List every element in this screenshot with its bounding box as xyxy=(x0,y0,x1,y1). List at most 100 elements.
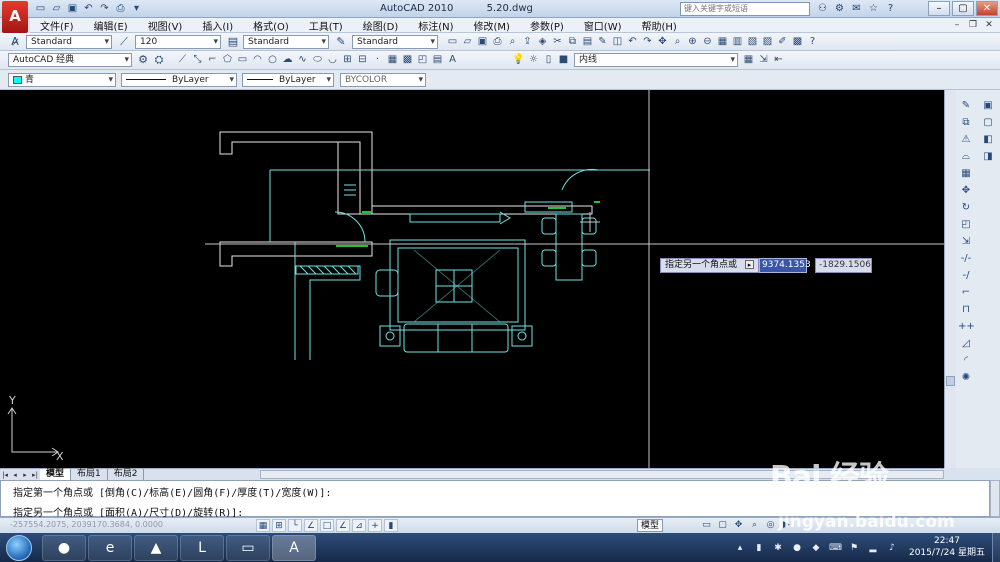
sheet-set-icon[interactable]: ▨ xyxy=(761,35,774,49)
quick-view-drawings-icon[interactable]: ▢ xyxy=(716,519,729,532)
menu-view[interactable]: 视图(V) xyxy=(138,18,193,33)
pan-status-icon[interactable]: ✥ xyxy=(732,519,745,532)
lineweight-select[interactable]: ByLayer xyxy=(242,73,334,87)
text-style-select[interactable]: Standard xyxy=(26,35,112,49)
lwt-icon[interactable]: ▮ xyxy=(384,519,398,532)
tray-network-icon[interactable]: ▮ xyxy=(753,542,765,554)
hatch-icon[interactable]: ▦ xyxy=(386,53,399,67)
tray-chat-icon[interactable]: ● xyxy=(791,542,803,554)
doc-close-icon[interactable]: ✕ xyxy=(982,19,996,31)
paste-icon[interactable]: ▤ xyxy=(581,35,594,49)
next-tab-icon[interactable]: ▸ xyxy=(20,471,30,479)
layer-on-icon[interactable]: 💡 xyxy=(512,53,525,67)
quick-view-layouts-icon[interactable]: ▭ xyxy=(700,519,713,532)
circle-icon[interactable]: ○ xyxy=(266,53,279,67)
grid-icon[interactable]: ⊞ xyxy=(272,519,286,532)
layer-color-icon[interactable]: ■ xyxy=(557,53,570,67)
rectangle-icon[interactable]: ▭ xyxy=(236,53,249,67)
multileader-style-icon[interactable]: ✎ xyxy=(334,35,348,49)
taskbar-app-browser[interactable]: e xyxy=(88,535,132,561)
polar-icon[interactable]: ∠ xyxy=(304,519,318,532)
menu-window[interactable]: 窗口(W) xyxy=(574,18,632,33)
bring-front-icon[interactable]: ▣ xyxy=(980,98,996,113)
send-back-icon[interactable]: ▢ xyxy=(980,115,996,130)
layer-lock-icon[interactable]: ▯ xyxy=(542,53,555,67)
offset-icon[interactable]: ⌓ xyxy=(958,149,974,164)
menu-help[interactable]: 帮助(H) xyxy=(632,18,687,33)
taskbar-app-game[interactable]: ▲ xyxy=(134,535,178,561)
undo-tb-icon[interactable]: ↶ xyxy=(626,35,639,49)
layer-properties-icon[interactable]: ▦ xyxy=(742,53,755,67)
command-scrollbar[interactable] xyxy=(990,480,1000,517)
polyline-icon[interactable]: ⌐ xyxy=(206,53,219,67)
menu-format[interactable]: 格式(O) xyxy=(243,18,299,33)
mtext-icon[interactable]: A xyxy=(446,53,459,67)
favorites-icon[interactable]: ☆ xyxy=(867,2,880,15)
copy-object-icon[interactable]: ⧉ xyxy=(958,115,974,130)
help-icon[interactable]: ? xyxy=(884,2,897,15)
menu-parametric[interactable]: 参数(P) xyxy=(520,18,574,33)
tray-flag-icon[interactable]: ⚑ xyxy=(848,542,860,554)
zoom-previous-icon[interactable]: ⊖ xyxy=(701,35,714,49)
extend-icon[interactable]: -/ xyxy=(958,268,974,283)
trim-icon[interactable]: -/- xyxy=(958,251,974,266)
dim-scale-select[interactable]: 120 xyxy=(135,35,221,49)
open-icon[interactable]: ▱ xyxy=(50,2,63,15)
send-under-icon[interactable]: ◨ xyxy=(980,149,996,164)
calculator-icon[interactable]: ▩ xyxy=(791,35,804,49)
options-arrow-icon[interactable]: ▸ xyxy=(745,260,755,269)
join-icon[interactable]: ++ xyxy=(958,319,975,334)
menu-insert[interactable]: 插入(I) xyxy=(192,18,243,33)
properties-icon[interactable]: ▦ xyxy=(716,35,729,49)
autocad-logo[interactable]: A xyxy=(2,1,28,33)
new-file-icon[interactable]: ▭ xyxy=(446,35,459,49)
break-icon[interactable]: ⊓ xyxy=(958,302,974,317)
binoculars-icon[interactable]: ⚇ xyxy=(816,2,829,15)
construction-line-icon[interactable]: ⤡ xyxy=(191,53,204,67)
dropdown-icon[interactable]: ▾ xyxy=(130,2,143,15)
osnap-icon[interactable]: □ xyxy=(320,519,334,532)
erase-icon[interactable]: ✎ xyxy=(958,98,974,113)
doc-minimize-icon[interactable]: – xyxy=(950,19,964,31)
menu-modify[interactable]: 修改(M) xyxy=(464,18,520,33)
taskbar-app-explorer[interactable]: ▭ xyxy=(226,535,270,561)
open-file-icon[interactable]: ▱ xyxy=(461,35,474,49)
design-center-icon[interactable]: ▥ xyxy=(731,35,744,49)
layer-freeze-icon[interactable]: ☼ xyxy=(527,53,540,67)
polygon-icon[interactable]: ⬠ xyxy=(221,53,234,67)
dim-style-icon[interactable]: ⟋ xyxy=(117,35,131,49)
print-icon[interactable]: ⎙ xyxy=(491,35,504,49)
zoom-status-icon[interactable]: ⌕ xyxy=(748,519,761,532)
region-icon[interactable]: ◰ xyxy=(416,53,429,67)
workspace-settings-icon[interactable]: ⚙ xyxy=(136,53,150,67)
make-block-icon[interactable]: ⊟ xyxy=(356,53,369,67)
dyn-icon[interactable]: + xyxy=(368,519,382,532)
redo-icon[interactable]: ↷ xyxy=(98,2,111,15)
taskbar-app-messenger[interactable]: ● xyxy=(42,535,86,561)
tray-expand-icon[interactable]: ▴ xyxy=(734,542,746,554)
model-space-button[interactable]: 模型 xyxy=(637,519,664,532)
last-tab-icon[interactable]: ▸| xyxy=(30,471,40,479)
arc-icon[interactable]: ◠ xyxy=(251,53,264,67)
workspace-select[interactable]: AutoCAD 经典 xyxy=(8,53,132,67)
redo-tb-icon[interactable]: ↷ xyxy=(641,35,654,49)
match-properties-icon[interactable]: ✎ xyxy=(596,35,609,49)
table-style-select[interactable]: Standard xyxy=(352,35,438,49)
table-icon[interactable]: ▤ xyxy=(431,53,444,67)
pan-icon[interactable]: ✥ xyxy=(656,35,669,49)
subscription-icon[interactable]: ⚙ xyxy=(833,2,846,15)
cursor-coordinates[interactable]: -257554.2075, 2039170.3684, 0.0000 xyxy=(10,520,163,529)
show-desktop-button[interactable] xyxy=(992,533,1000,562)
tab-layout2[interactable]: 布局2 xyxy=(108,469,145,480)
color-select[interactable]: 青 xyxy=(8,73,116,87)
minimize-icon[interactable]: – xyxy=(928,1,950,16)
dynamic-input-y[interactable]: -1829.1506 xyxy=(815,258,872,273)
ortho-icon[interactable]: └ xyxy=(288,519,302,532)
menu-edit[interactable]: 编辑(E) xyxy=(84,18,138,33)
insert-block-icon[interactable]: ⊞ xyxy=(341,53,354,67)
doc-restore-icon[interactable]: ❐ xyxy=(966,19,980,31)
ellipse-arc-icon[interactable]: ◡ xyxy=(326,53,339,67)
cut-icon[interactable]: ✂ xyxy=(551,35,564,49)
plot-style-select[interactable]: BYCOLOR xyxy=(340,73,426,87)
ducs-icon[interactable]: ⊿ xyxy=(352,519,366,532)
